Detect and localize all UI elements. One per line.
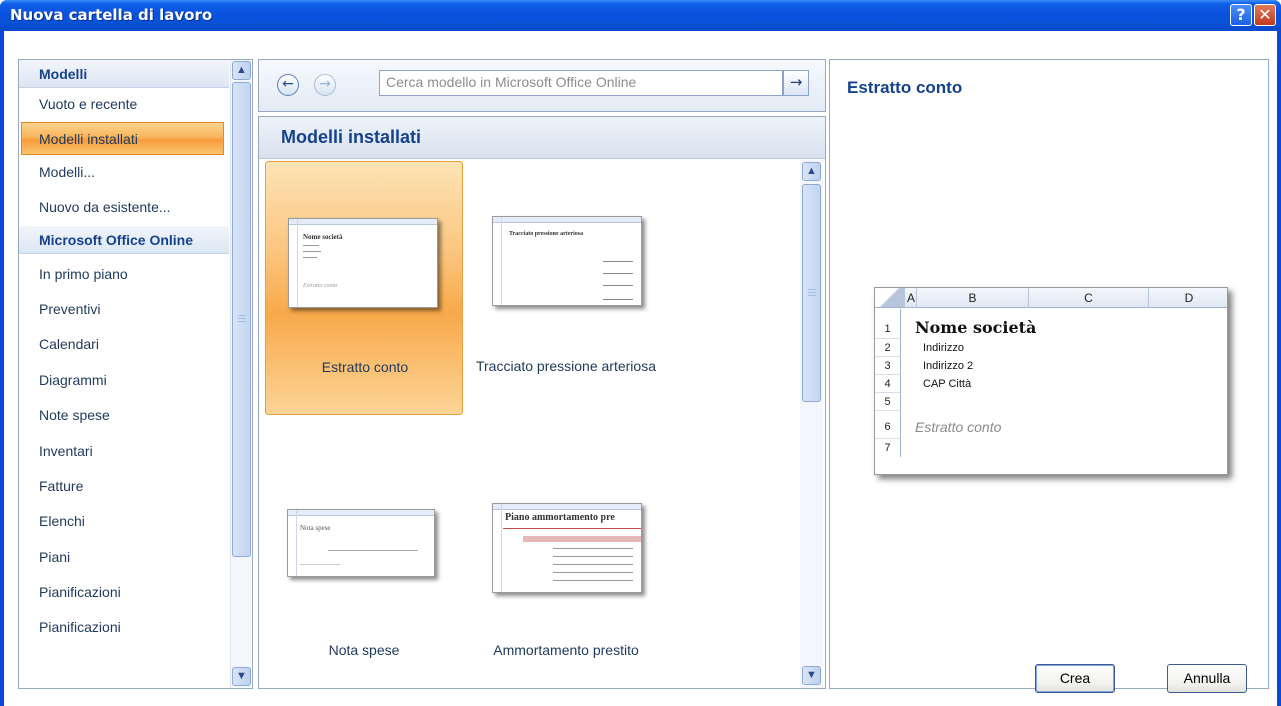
sidebar-item-elenchi[interactable]: Elenchi <box>19 505 229 538</box>
scroll-up-icon[interactable]: ▲ <box>232 61 251 80</box>
cancel-button[interactable]: Annulla <box>1167 664 1247 693</box>
gallery-title: Modelli installati <box>259 117 825 159</box>
section-header-office-online: Microsoft Office Online <box>19 226 229 254</box>
template-label: Nota spese <box>328 642 400 658</box>
search-input[interactable]: Cerca modello in Microsoft Office Online <box>379 70 783 96</box>
column-header: B <box>917 288 1029 308</box>
document-title: Estratto conto <box>915 419 1002 435</box>
scroll-down-icon[interactable]: ▼ <box>232 667 251 686</box>
forward-arrow-icon[interactable]: → <box>314 74 336 96</box>
scroll-up-icon[interactable]: ▲ <box>802 162 821 181</box>
template-label: Estratto conto <box>321 359 409 375</box>
sidebar-item-in-primo-piano[interactable]: In primo piano <box>19 258 229 291</box>
row-header: 6 <box>875 411 901 439</box>
navigation-bar: ← → Cerca modello in Microsoft Office On… <box>258 59 826 112</box>
gallery-scroll-thumb[interactable] <box>802 184 821 402</box>
sidebar-item-modelli[interactable]: Modelli... <box>19 156 229 189</box>
address-line-2: Indirizzo 2 <box>923 360 974 372</box>
row-header: 2 <box>875 339 901 357</box>
address-line-1: Indirizzo <box>923 342 964 354</box>
column-header: C <box>1029 288 1149 308</box>
template-label: Ammortamento prestito <box>493 642 639 658</box>
gallery-scrollbar[interactable]: ▲ ▼ <box>800 160 823 688</box>
sidebar-item-note-spese[interactable]: Note spese <box>19 399 229 432</box>
template-thumbnail: Piano ammortamento pre <box>492 503 642 593</box>
sidebar-item-diagrammi[interactable]: Diagrammi <box>19 364 229 397</box>
template-label: Tracciato pressione arteriosa <box>475 358 656 374</box>
sidebar-item-pianificazioni[interactable]: Pianificazioni <box>19 576 229 609</box>
template-tile-estratto-conto[interactable]: Nome società Estratto conto Estratto con… <box>265 161 463 415</box>
title-bar[interactable]: Nuova cartella di lavoro ? ✕ <box>0 0 1281 31</box>
template-preview-pane: Estratto conto A B C D 1 2 3 4 5 6 7 Nom… <box>829 59 1269 689</box>
dialog-window: Nuova cartella di lavoro ? ✕ Modelli Vuo… <box>0 0 1281 706</box>
row-header: 1 <box>875 309 901 339</box>
row-header: 4 <box>875 375 901 393</box>
create-button[interactable]: Crea <box>1035 664 1115 693</box>
sidebar-item-vuoto-e-recente[interactable]: Vuoto e recente <box>19 88 229 121</box>
window-title: Nuova cartella di lavoro <box>10 6 213 24</box>
help-button[interactable]: ? <box>1230 4 1252 26</box>
template-tile-nota-spese[interactable]: Nota spese Nota spese <box>265 419 463 673</box>
sidebar-item-modelli-installati[interactable]: Modelli installati <box>21 122 224 155</box>
template-categories-pane: Modelli Vuoto e recente Modelli installa… <box>18 59 253 689</box>
sidebar-item-calendari[interactable]: Calendari <box>19 328 229 361</box>
close-button[interactable]: ✕ <box>1254 4 1276 26</box>
thumbnail-heading: Nota spese <box>300 524 331 532</box>
row-header: 3 <box>875 357 901 375</box>
sidebar-item-fatture[interactable]: Fatture <box>19 470 229 503</box>
company-name: Nome società <box>915 318 1037 337</box>
template-tile-tracciato-pressione[interactable]: Tracciato pressione arteriosa Tracciato … <box>467 161 665 415</box>
thumbnail-heading: Nome società <box>303 233 343 241</box>
column-header: D <box>1149 288 1227 308</box>
scroll-down-icon[interactable]: ▼ <box>802 666 821 685</box>
column-header: A <box>905 288 917 308</box>
sidebar-item-inventari[interactable]: Inventari <box>19 435 229 468</box>
go-arrow-icon[interactable]: → <box>783 70 809 96</box>
template-thumbnail: Nome società Estratto conto <box>288 218 438 308</box>
sidebar-item-preventivi[interactable]: Preventivi <box>19 293 229 326</box>
preview-title: Estratto conto <box>847 78 963 97</box>
template-thumbnail: Nota spese <box>287 509 435 577</box>
thumbnail-heading: Tracciato pressione arteriosa <box>509 231 584 237</box>
sidebar-scrollbar[interactable]: ▲ ▼ <box>230 60 251 688</box>
row-header: 5 <box>875 393 901 411</box>
sidebar-item-piani[interactable]: Piani <box>19 541 229 574</box>
sidebar-item-nuovo-da-esistente[interactable]: Nuovo da esistente... <box>19 191 229 224</box>
thumbnail-heading: Piano ammortamento pre <box>505 512 615 523</box>
template-gallery: Modelli installati Nome società Estratto… <box>258 116 826 689</box>
row-header: 7 <box>875 439 901 457</box>
section-header-modelli: Modelli <box>19 60 229 88</box>
thumbnail-subtitle: Estratto conto <box>303 283 338 289</box>
back-arrow-icon[interactable]: ← <box>277 74 299 96</box>
template-tile-ammortamento-prestito[interactable]: Piano ammortamento pre Ammortamento pres… <box>467 419 665 673</box>
dialog-body: Modelli Vuoto e recente Modelli installa… <box>4 31 1277 706</box>
sidebar-item-pianificazioni-2[interactable]: Pianificazioni <box>19 611 229 644</box>
template-preview-image: A B C D 1 2 3 4 5 6 7 Nome società Indir… <box>874 287 1228 475</box>
sidebar-scroll-thumb[interactable] <box>232 82 251 557</box>
select-all-corner <box>875 288 905 308</box>
template-thumbnail: Tracciato pressione arteriosa <box>492 216 642 306</box>
city-line: CAP Città <box>923 378 972 390</box>
